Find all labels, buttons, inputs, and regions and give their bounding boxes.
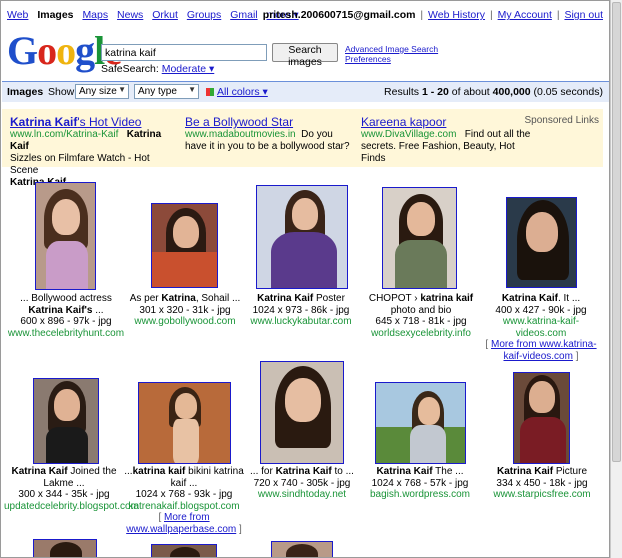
nav-news[interactable]: News — [117, 9, 143, 21]
result-caption: ... Bollywood actress Katrina Kaif's ...… — [7, 293, 125, 339]
result-meta: 1024 x 973 - 86k - jpg — [252, 304, 350, 316]
result-thumbnail[interactable] — [382, 187, 457, 289]
result-meta: 1024 x 768 - 93k - jpg — [135, 489, 233, 500]
separator: | — [489, 9, 493, 21]
show-label: Show: — [48, 86, 78, 98]
result-site: www.katrina-kaif-videos.com — [502, 316, 580, 339]
ad-item: Be a Bollywood Star www.madaboutmovies.i… — [185, 115, 355, 153]
result-meta: 301 x 320 - 31k - jpg — [139, 304, 231, 316]
safesearch-dropdown[interactable]: Moderate ▾ — [162, 63, 215, 75]
color-palette-icon — [206, 88, 214, 96]
size-select-value: Any size — [79, 86, 117, 97]
result-site: worldsexycelebrity.info — [371, 327, 471, 339]
result-caption: CHOPOT › katrina kaif photo and bio 645 … — [361, 293, 481, 339]
result-caption: Katrina Kaif The ... 1024 x 768 - 57k - … — [360, 466, 480, 501]
user-email: pritesh.200600715@gmail.com — [262, 9, 416, 21]
result-meta: 600 x 896 - 97k - jpg — [20, 316, 112, 327]
my-account-link[interactable]: My Account — [498, 9, 552, 21]
colors-filter[interactable]: All colors ▾ — [206, 86, 268, 98]
chevron-down-icon: ▼ — [118, 85, 126, 94]
advanced-links: Advanced Image Search Preferences — [345, 44, 438, 64]
result-site: www.gobollywood.com — [134, 316, 236, 327]
result-caption: ... for Katrina Kaif to ... 720 x 740 - … — [242, 466, 362, 501]
result-meta: 400 x 427 - 90k - jpg — [495, 304, 587, 316]
type-select-value: Any type — [138, 86, 177, 97]
search-input[interactable] — [101, 44, 267, 61]
browser-viewport: Web Images Maps News Orkut Groups Gmail … — [0, 0, 610, 558]
result-thumbnail[interactable] — [33, 539, 97, 557]
safesearch: SafeSearch: Moderate ▾ — [101, 63, 214, 75]
ad-item: Kareena kapoor www.DivaVillage.com Find … — [361, 115, 531, 165]
user-nav: pritesh.200600715@gmail.com | Web Histor… — [263, 9, 603, 21]
result-site: katrenakaif.blogspot.com — [128, 500, 240, 512]
search-images-button[interactable]: Search images — [272, 43, 338, 68]
nav-orkut[interactable]: Orkut — [152, 9, 178, 21]
nav-web[interactable]: Web — [7, 9, 28, 21]
results-count: Results 1 - 20 of about 400,000 (0.05 se… — [384, 86, 603, 98]
images-label: Images — [7, 86, 44, 98]
nav-maps[interactable]: Maps — [82, 9, 108, 21]
ad-title-link[interactable]: Be a Bollywood Star — [185, 115, 355, 129]
scrollbar-thumb[interactable] — [612, 2, 621, 462]
nav-gmail[interactable]: Gmail — [230, 9, 257, 21]
result-thumbnail[interactable] — [151, 203, 218, 288]
result-thumbnail[interactable] — [506, 197, 577, 288]
result-thumbnail[interactable] — [35, 182, 96, 290]
sponsored-ads: Sponsored Links Katrina Kaif's Hot Video… — [2, 109, 603, 188]
web-history-link[interactable]: Web History — [428, 9, 485, 21]
result-meta: 300 x 344 - 35k - jpg — [18, 489, 110, 500]
result-meta: 334 x 450 - 18k - jpg — [496, 477, 588, 489]
result-caption: ...katrina kaif bikini katrina kaif ... … — [124, 466, 244, 535]
ad-url: www.DivaVillage.com — [361, 129, 457, 140]
preferences-link[interactable]: Preferences — [345, 54, 438, 64]
ad-title-link[interactable]: Katrina Kaif's Hot Video — [10, 115, 180, 129]
result-caption: As per Katrina, Sohail ... 301 x 320 - 3… — [125, 293, 245, 328]
chevron-down-icon: ▼ — [188, 85, 196, 94]
top-nav: Web Images Maps News Orkut Groups Gmail … — [7, 9, 305, 21]
safesearch-label: SafeSearch: — [101, 63, 159, 75]
more-from-link[interactable]: More from www.wallpaperbase.com — [126, 512, 236, 535]
sign-out-link[interactable]: Sign out — [564, 9, 603, 21]
result-site: updatedcelebrity.blogspot.com — [4, 500, 139, 512]
type-select[interactable]: Any type ▼ — [134, 84, 199, 99]
result-caption: Katrina Kaif Picture 334 x 450 - 18k - j… — [482, 466, 602, 501]
result-thumbnail[interactable] — [271, 541, 333, 557]
result-thumbnail[interactable] — [33, 378, 99, 464]
result-thumbnail[interactable] — [256, 185, 348, 289]
all-colors-link[interactable]: All colors ▾ — [217, 86, 268, 98]
result-site: www.starpicsfree.com — [493, 489, 591, 500]
result-site: www.thecelebrityhunt.com — [7, 327, 125, 339]
ad-item: Katrina Kaif's Hot Video www.ln.com/Katr… — [10, 115, 180, 189]
result-caption: Katrina Kaif Joined the Lakme ... 300 x … — [4, 466, 139, 512]
ad-text: Sizzles on Filmfare Watch - Hot Scene — [10, 153, 150, 176]
result-thumbnail[interactable] — [375, 382, 466, 464]
advanced-image-search-link[interactable]: Advanced Image Search — [345, 44, 438, 54]
result-meta: 645 x 718 - 81k - jpg — [375, 316, 467, 327]
result-site: www.luckykabutar.com — [250, 316, 352, 327]
result-site: www.sindhtoday.net — [257, 489, 347, 500]
separator: | — [420, 9, 424, 21]
sponsored-label: Sponsored Links — [524, 115, 600, 126]
result-meta: 720 x 740 - 305k - jpg — [253, 477, 351, 489]
separator: | — [556, 9, 560, 21]
result-site: bagish.wordpress.com — [369, 489, 471, 500]
result-thumbnail[interactable] — [513, 372, 570, 464]
nav-groups[interactable]: Groups — [187, 9, 221, 21]
result-meta: 1024 x 768 - 57k - jpg — [371, 477, 469, 489]
result-thumbnail[interactable] — [138, 382, 231, 464]
nav-images[interactable]: Images — [37, 9, 73, 21]
ad-url: www.madaboutmovies.in — [185, 129, 296, 140]
result-thumbnail[interactable] — [260, 361, 344, 464]
result-caption: Katrina Kaif. It ... 400 x 427 - 90k - j… — [481, 293, 601, 362]
ad-title-link[interactable]: Kareena kapoor — [361, 115, 531, 129]
more-from-link[interactable]: More from www.katrina-kaif-videos.com — [491, 339, 597, 362]
images-toolbar: Images Show: Any size ▼ Any type ▼ All col… — [2, 81, 609, 102]
result-thumbnail[interactable] — [151, 544, 217, 557]
size-select[interactable]: Any size ▼ — [75, 84, 129, 99]
result-caption: Katrina Kaif Poster 1024 x 973 - 86k - j… — [241, 293, 361, 328]
vertical-scrollbar[interactable] — [610, 0, 622, 558]
ad-url: www.ln.com/Katrina-Kaif — [10, 129, 119, 140]
